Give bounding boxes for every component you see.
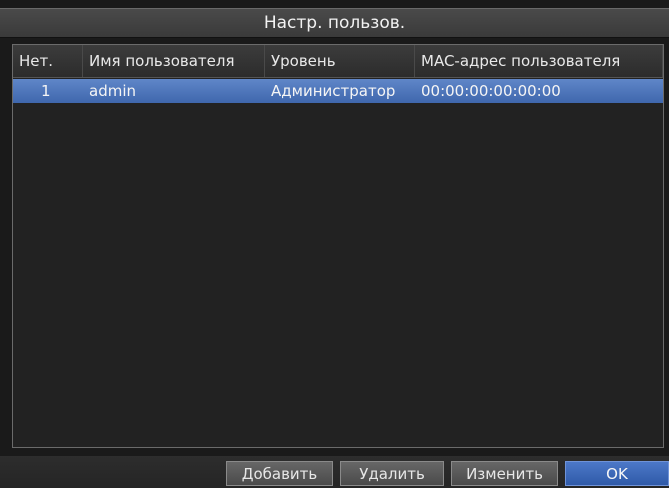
edit-button[interactable]: Изменить [451, 461, 558, 486]
add-button[interactable]: Добавить [226, 461, 333, 486]
column-number-header[interactable]: Нет. [13, 45, 83, 77]
ok-button[interactable]: OK [565, 461, 669, 486]
table-header: Нет. Имя пользователя Уровень MAC-адрес … [13, 45, 663, 78]
user-settings-window: Настр. пользов. Нет. Имя пользователя Ур… [0, 0, 669, 488]
users-table: Нет. Имя пользователя Уровень MAC-адрес … [12, 44, 664, 448]
button-bar: Добавить Удалить Изменить OK [0, 456, 669, 488]
title-bar: Настр. пользов. [0, 8, 669, 38]
row-level: Администратор [271, 82, 396, 100]
window-title: Настр. пользов. [263, 13, 406, 33]
row-username: admin [89, 82, 136, 100]
row-number: 1 [41, 82, 51, 100]
table-row[interactable]: 1 admin Администратор 00:00:00:00:00:00 [13, 79, 663, 103]
column-level-header[interactable]: Уровень [265, 45, 415, 77]
column-mac-header[interactable]: MAC-адрес пользователя [415, 45, 663, 77]
delete-button[interactable]: Удалить [340, 461, 444, 486]
column-username-header[interactable]: Имя пользователя [83, 45, 265, 77]
row-mac-address: 00:00:00:00:00:00 [421, 82, 561, 100]
